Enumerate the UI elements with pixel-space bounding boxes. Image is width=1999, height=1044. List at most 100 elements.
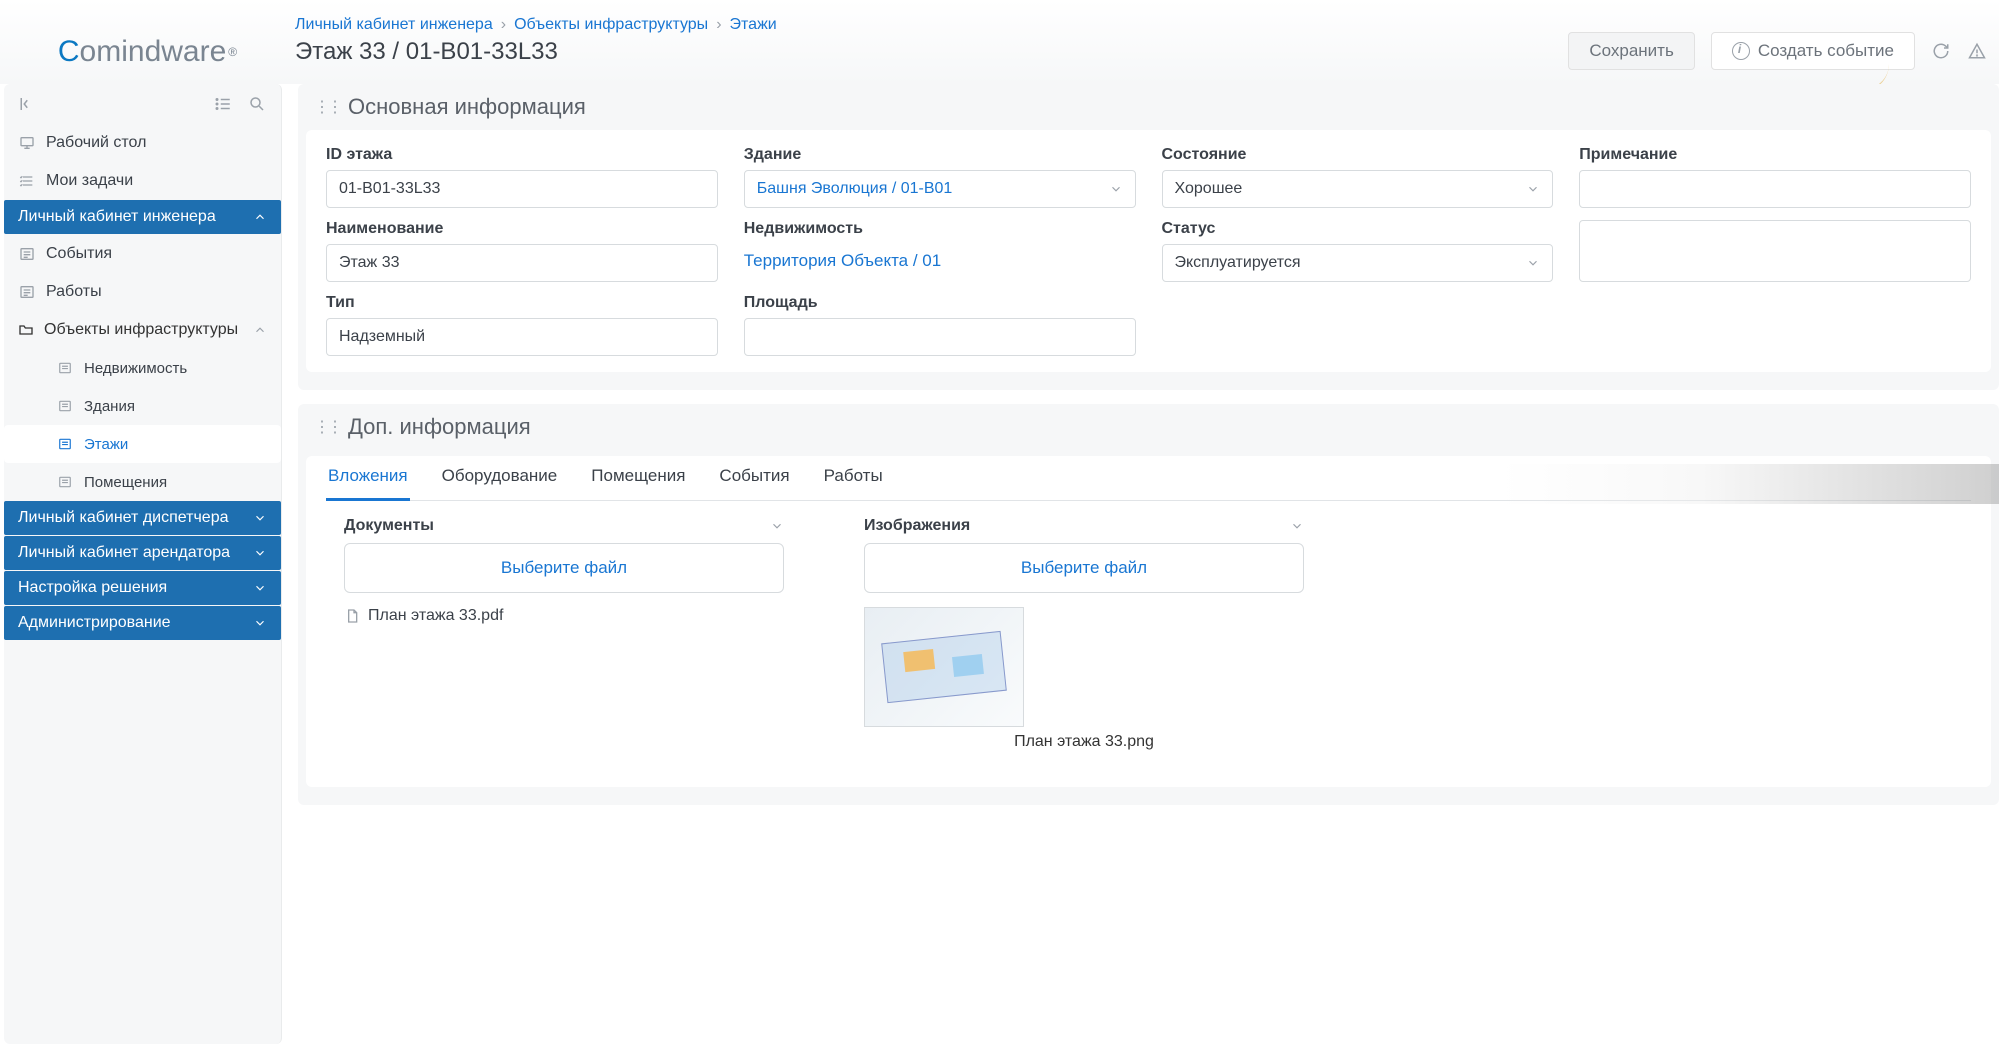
layout: Рабочий стол Мои задачи Личный кабинет и… bbox=[0, 84, 1999, 1044]
search-icon[interactable] bbox=[247, 94, 267, 114]
sidebar-section-label: Личный кабинет инженера bbox=[18, 208, 216, 226]
field-area: Площадь bbox=[744, 294, 1136, 356]
create-event-label: Создать событие bbox=[1758, 41, 1894, 61]
chevron-down-icon bbox=[1526, 182, 1540, 196]
field-label: Наименование bbox=[326, 220, 718, 238]
tabs: Вложения Оборудование Помещения События … bbox=[326, 456, 1971, 501]
list-box-icon bbox=[18, 245, 36, 263]
tasks-icon bbox=[18, 172, 36, 190]
chevron-down-icon bbox=[1109, 182, 1123, 196]
field-realestate: Недвижимость Территория Объекта / 01 bbox=[744, 220, 1136, 282]
file-row[interactable]: План этажа 33.pdf bbox=[344, 607, 784, 625]
folder-icon bbox=[18, 322, 34, 338]
header-actions: Сохранить Создать событие bbox=[1568, 32, 1999, 70]
condition-select[interactable]: Хорошее bbox=[1162, 170, 1554, 208]
tab-attachments[interactable]: Вложения bbox=[326, 456, 410, 501]
logo-letter: C bbox=[58, 35, 80, 69]
drag-handle-icon[interactable]: ⋮⋮ bbox=[314, 417, 340, 437]
input-value: Этаж 33 bbox=[339, 254, 400, 272]
note-input[interactable] bbox=[1579, 170, 1971, 208]
chevron-down-icon[interactable] bbox=[1290, 519, 1304, 533]
type-input[interactable]: Надземный bbox=[326, 318, 718, 356]
main: ⋮⋮ Основная информация ID этажа 01-B01-3… bbox=[286, 84, 1999, 1044]
tab-rooms[interactable]: Помещения bbox=[589, 456, 687, 500]
list-box-icon bbox=[56, 397, 74, 415]
sidebar-section-settings[interactable]: Настройка решения bbox=[4, 571, 281, 605]
chevron-down-icon bbox=[253, 581, 267, 595]
file-icon bbox=[344, 608, 360, 624]
list-box-icon bbox=[56, 473, 74, 491]
sidebar-section-admin[interactable]: Администрирование bbox=[4, 606, 281, 640]
building-select[interactable]: Башня Эволюция / 01-B01 bbox=[744, 170, 1136, 208]
section-title: Документы bbox=[344, 517, 434, 535]
chevron-up-icon bbox=[253, 210, 267, 224]
breadcrumb-item[interactable]: Этажи bbox=[730, 16, 777, 34]
sidebar-item-label: Помещения bbox=[84, 474, 167, 491]
tab-works[interactable]: Работы bbox=[822, 456, 885, 500]
panel-extra-info: ⋮⋮ Доп. информация Вложения Оборудование… bbox=[298, 404, 1999, 805]
warning-icon[interactable] bbox=[1967, 41, 1987, 61]
info-icon bbox=[1732, 42, 1750, 60]
create-event-button[interactable]: Создать событие bbox=[1711, 32, 1915, 70]
chevron-up-icon bbox=[253, 323, 267, 337]
drag-handle-icon[interactable]: ⋮⋮ bbox=[314, 97, 340, 117]
tab-equipment[interactable]: Оборудование bbox=[440, 456, 560, 500]
area-input[interactable] bbox=[744, 318, 1136, 356]
sidebar-item-desktop[interactable]: Рабочий стол bbox=[4, 124, 281, 162]
sidebar-item-tasks[interactable]: Мои задачи bbox=[4, 162, 281, 200]
field-label: Примечание bbox=[1579, 146, 1971, 164]
sidebar-section-dispatcher[interactable]: Личный кабинет диспетчера bbox=[4, 501, 281, 535]
logo-reg: ® bbox=[228, 45, 237, 59]
sidebar-section-label: Личный кабинет диспетчера bbox=[18, 509, 228, 527]
images-section: Изображения Выберите файл План этажа 33.… bbox=[864, 517, 1304, 751]
empty-input[interactable] bbox=[1579, 220, 1971, 282]
realestate-link[interactable]: Территория Объекта / 01 bbox=[744, 244, 1136, 278]
save-button[interactable]: Сохранить bbox=[1568, 32, 1694, 70]
sidebar-item-floors[interactable]: Этажи bbox=[4, 425, 281, 463]
sidebar-item-label: Рабочий стол bbox=[46, 134, 146, 152]
status-select[interactable]: Эксплуатируется bbox=[1162, 244, 1554, 282]
list-box-icon bbox=[56, 435, 74, 453]
sidebar-item-works[interactable]: Работы bbox=[4, 273, 281, 311]
breadcrumb-item[interactable]: Личный кабинет инженера bbox=[295, 16, 493, 34]
sidebar-item-realestate[interactable]: Недвижимость bbox=[4, 349, 281, 387]
list-icon[interactable] bbox=[213, 94, 233, 114]
input-value: Надземный bbox=[339, 328, 425, 346]
floor-plan-graphic bbox=[881, 631, 1007, 703]
field-label: Тип bbox=[326, 294, 718, 312]
field-id: ID этажа 01-B01-33L33 bbox=[326, 146, 718, 208]
sidebar-item-buildings[interactable]: Здания bbox=[4, 387, 281, 425]
sidebar-section-tenant[interactable]: Личный кабинет арендатора bbox=[4, 536, 281, 570]
sidebar-section-engineer[interactable]: Личный кабинет инженера bbox=[4, 200, 281, 234]
id-input[interactable]: 01-B01-33L33 bbox=[326, 170, 718, 208]
choose-file-button[interactable]: Выберите файл bbox=[344, 543, 784, 593]
panel-main-info: ⋮⋮ Основная информация ID этажа 01-B01-3… bbox=[298, 84, 1999, 390]
breadcrumb: Личный кабинет инженера › Объекты инфрас… bbox=[295, 16, 1568, 34]
sidebar-item-label: Недвижимость bbox=[84, 360, 187, 377]
sidebar-item-rooms[interactable]: Помещения bbox=[4, 463, 281, 501]
sidebar-toolbar bbox=[4, 84, 281, 124]
field-label: ID этажа bbox=[326, 146, 718, 164]
chevron-down-icon[interactable] bbox=[770, 519, 784, 533]
field-label: Статус bbox=[1162, 220, 1554, 238]
name-input[interactable]: Этаж 33 bbox=[326, 244, 718, 282]
image-thumbnail[interactable] bbox=[864, 607, 1024, 727]
logo[interactable]: Comindware® bbox=[0, 10, 295, 94]
sidebar-item-infra[interactable]: Объекты инфраструктуры bbox=[4, 311, 281, 349]
desktop-icon bbox=[18, 134, 36, 152]
tab-events[interactable]: События bbox=[717, 456, 791, 500]
sidebar-section-label: Администрирование bbox=[18, 614, 171, 632]
choose-file-button[interactable]: Выберите файл bbox=[864, 543, 1304, 593]
logo-rest: omindware bbox=[80, 35, 227, 69]
breadcrumb-item[interactable]: Объекты инфраструктуры bbox=[514, 16, 708, 34]
chevron-down-icon bbox=[253, 511, 267, 525]
sidebar-item-label: Мои задачи bbox=[46, 172, 133, 190]
refresh-icon[interactable] bbox=[1931, 41, 1951, 61]
sidebar-section-label: Личный кабинет арендатора bbox=[18, 544, 230, 562]
field-note: Примечание bbox=[1579, 146, 1971, 208]
documents-section: Документы Выберите файл План этажа 33.pd… bbox=[344, 517, 784, 751]
panel-header: ⋮⋮ Основная информация bbox=[298, 84, 1999, 130]
sidebar-item-events[interactable]: События bbox=[4, 235, 281, 273]
list-box-icon bbox=[56, 359, 74, 377]
collapse-sidebar-icon[interactable] bbox=[18, 94, 38, 114]
